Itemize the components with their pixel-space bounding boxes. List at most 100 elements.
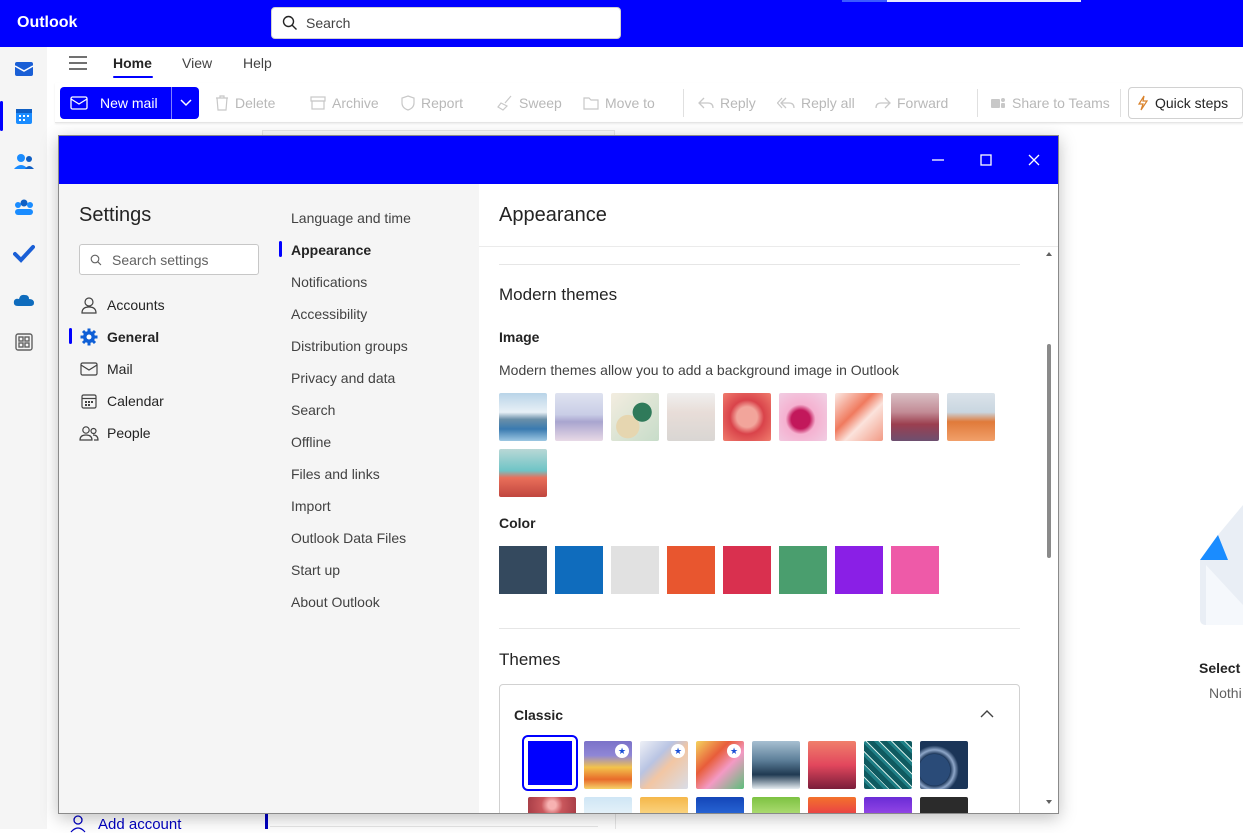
theme-tile-green[interactable] <box>752 797 800 813</box>
subnav-appearance[interactable]: Appearance <box>291 242 371 258</box>
category-people[interactable]: People <box>79 423 151 443</box>
general-subnav: Language and time Appearance Notificatio… <box>279 184 479 813</box>
theme-tile-light-blue[interactable] <box>584 797 632 813</box>
content-scrollbar[interactable] <box>1045 246 1053 811</box>
theme-image-orange-petals[interactable] <box>835 393 883 441</box>
reply-all-button[interactable]: Reply all <box>777 95 855 111</box>
theme-image-pastel-waves[interactable] <box>555 393 603 441</box>
apps-icon[interactable] <box>10 328 37 355</box>
search-icon <box>282 15 297 30</box>
tab-home[interactable]: Home <box>113 55 152 71</box>
rail-active-indicator <box>0 101 3 131</box>
theme-tile-colorful[interactable]: ★ <box>696 741 744 789</box>
subnav-language-and-time[interactable]: Language and time <box>291 210 411 226</box>
chevron-up-icon[interactable] <box>980 705 994 723</box>
theme-tile-abstract-lines[interactable]: ★ <box>640 741 688 789</box>
subnav-distribution-groups[interactable]: Distribution groups <box>291 338 408 354</box>
new-mail-dropdown[interactable] <box>171 87 199 119</box>
theme-image-orange-landscape[interactable] <box>947 393 995 441</box>
scrollbar-thumb[interactable] <box>1047 344 1051 558</box>
color-swatch-pink[interactable] <box>891 546 939 594</box>
theme-tile-innovation[interactable] <box>920 741 968 789</box>
color-swatch-purple[interactable] <box>835 546 883 594</box>
report-button[interactable]: Report <box>401 95 463 111</box>
theme-tile-palms[interactable] <box>808 741 856 789</box>
minimize-icon[interactable] <box>928 150 948 170</box>
app-title[interactable]: Outlook <box>17 14 77 32</box>
theme-tile-envelope[interactable] <box>640 797 688 813</box>
archive-label: Archive <box>332 95 379 111</box>
lightning-icon <box>1137 95 1149 111</box>
close-icon[interactable] <box>1024 150 1044 170</box>
color-swatch-blue[interactable] <box>555 546 603 594</box>
classic-label: Classic <box>514 707 564 723</box>
tab-help[interactable]: Help <box>243 55 272 71</box>
quick-steps-button[interactable]: Quick steps <box>1128 87 1243 119</box>
subnav-offline[interactable]: Offline <box>291 434 331 450</box>
subnav-search[interactable]: Search <box>291 402 335 418</box>
theme-tile-purple[interactable] <box>864 797 912 813</box>
settings-categories: Settings Search settings Accounts Genera… <box>59 184 279 813</box>
search-box[interactable]: Search <box>271 7 621 39</box>
theme-tile-mountains[interactable] <box>752 741 800 789</box>
forward-button[interactable]: Forward <box>875 95 948 111</box>
theme-image-pink-swirl[interactable] <box>723 393 771 441</box>
category-general[interactable]: General <box>79 327 159 347</box>
add-account-link[interactable]: Add account <box>70 815 181 833</box>
scroll-up-arrow-icon[interactable] <box>1046 252 1052 256</box>
theme-tile-blue-selected[interactable] <box>522 735 578 791</box>
delete-button[interactable]: Delete <box>215 95 275 111</box>
subnav-start-up[interactable]: Start up <box>291 562 340 578</box>
sweep-button[interactable]: Sweep <box>497 95 562 111</box>
share-to-teams-button[interactable]: Share to Teams <box>990 95 1110 111</box>
theme-image-white-shapes[interactable] <box>667 393 715 441</box>
theme-tile-circuit[interactable] <box>864 741 912 789</box>
tab-view[interactable]: View <box>182 55 212 71</box>
mail-icon <box>79 359 99 379</box>
calendar-icon[interactable] <box>10 102 37 129</box>
groups-icon[interactable] <box>10 194 37 221</box>
theme-tile-dark[interactable] <box>920 797 968 813</box>
theme-image-coastal-arch[interactable] <box>499 449 547 497</box>
color-swatch-green[interactable] <box>779 546 827 594</box>
theme-tile-red[interactable] <box>528 797 576 813</box>
color-swatch-red[interactable] <box>723 546 771 594</box>
new-mail-button[interactable]: New mail <box>60 87 171 119</box>
subnav-about-outlook[interactable]: About Outlook <box>291 594 380 610</box>
onedrive-icon[interactable] <box>10 286 37 313</box>
maximize-icon[interactable] <box>976 150 996 170</box>
category-calendar[interactable]: Calendar <box>79 391 164 411</box>
top-indicator-track <box>887 0 1081 2</box>
subnav-privacy-and-data[interactable]: Privacy and data <box>291 370 395 386</box>
move-to-button[interactable]: Move to <box>583 95 655 111</box>
subnav-notifications[interactable]: Notifications <box>291 274 367 290</box>
ribbon-divider <box>683 89 684 117</box>
color-swatch-light-gray[interactable] <box>611 546 659 594</box>
theme-tile-orange[interactable] <box>808 797 856 813</box>
theme-tile-sunset[interactable]: ★ <box>584 741 632 789</box>
color-swatch-orange[interactable] <box>667 546 715 594</box>
mail-icon[interactable] <box>10 55 37 82</box>
broom-icon <box>497 95 512 111</box>
todo-icon[interactable] <box>10 240 37 267</box>
reply-button[interactable]: Reply <box>698 95 756 111</box>
archive-button[interactable]: Archive <box>310 95 379 111</box>
scroll-down-arrow-icon[interactable] <box>1046 800 1052 804</box>
theme-image-pink-spheres[interactable] <box>779 393 827 441</box>
reply-all-label: Reply all <box>801 95 855 111</box>
subnav-accessibility[interactable]: Accessibility <box>291 306 367 322</box>
settings-search-input[interactable]: Search settings <box>79 244 259 275</box>
subnav-outlook-data-files[interactable]: Outlook Data Files <box>291 530 406 546</box>
subnav-files-and-links[interactable]: Files and links <box>291 466 380 482</box>
people-icon[interactable] <box>10 148 37 175</box>
theme-image-sculpture[interactable] <box>611 393 659 441</box>
hamburger-menu-icon[interactable] <box>69 56 87 75</box>
category-mail[interactable]: Mail <box>79 359 133 379</box>
add-account-label: Add account <box>98 815 182 833</box>
theme-image-mountain-lake[interactable] <box>499 393 547 441</box>
color-swatch-slate[interactable] <box>499 546 547 594</box>
category-accounts[interactable]: Accounts <box>79 295 165 315</box>
subnav-import[interactable]: Import <box>291 498 331 514</box>
theme-tile-deep-blue[interactable] <box>696 797 744 813</box>
theme-image-red-dunes[interactable] <box>891 393 939 441</box>
